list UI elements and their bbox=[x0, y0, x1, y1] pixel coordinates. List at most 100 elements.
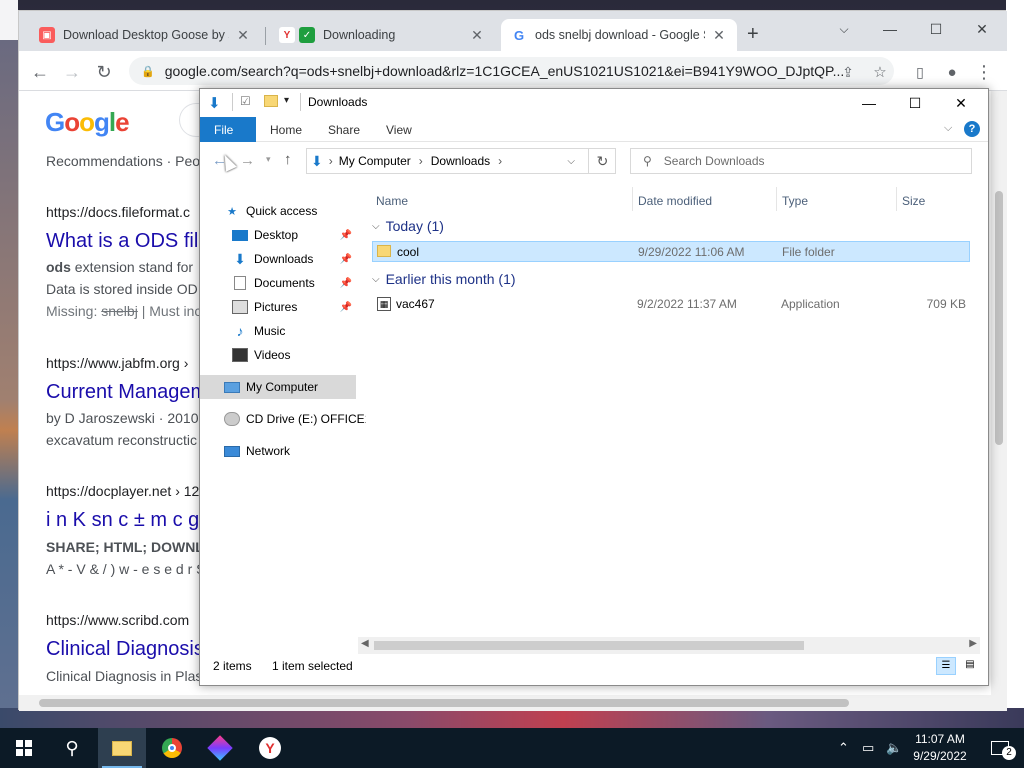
new-folder-icon[interactable] bbox=[264, 95, 278, 107]
nav-desktop[interactable]: Desktop 📌 bbox=[200, 223, 356, 247]
nav-pictures[interactable]: Pictures 📌 bbox=[200, 295, 356, 319]
tab-share[interactable]: Share bbox=[314, 117, 374, 142]
tab-google-search[interactable]: G ods snelbj download - Google S ✕ bbox=[501, 19, 737, 51]
breadcrumb-downloads[interactable]: Downloads bbox=[431, 154, 490, 168]
pin-icon[interactable]: 📌 bbox=[340, 254, 352, 265]
properties-icon[interactable]: ☑ bbox=[240, 94, 251, 108]
tab-downloading[interactable]: Y ✓ Downloading ✕ bbox=[269, 19, 495, 51]
search-icon: ⚲ bbox=[643, 154, 652, 168]
pin-icon[interactable]: 📌 bbox=[340, 230, 352, 241]
group-header-earlier-this-month[interactable]: ⌵ Earlier this month (1) bbox=[372, 268, 516, 290]
browser-toolbar: ← → ↻ 🔒 google.com/search?q=ods+snelbj+d… bbox=[19, 51, 1007, 91]
file-list-horizontal-scrollbar[interactable]: ◀ ▶ bbox=[358, 637, 980, 654]
large-icons-view-icon[interactable]: ▤ bbox=[960, 657, 980, 675]
application-icon: ▦ bbox=[377, 297, 391, 311]
address-bar[interactable]: 🔒 google.com/search?q=ods+snelbj+downloa… bbox=[129, 57, 894, 85]
computer-icon bbox=[224, 381, 240, 393]
result-url[interactable]: https://docplayer.net › 12 bbox=[46, 483, 199, 499]
action-center-button[interactable]: 2 bbox=[976, 728, 1024, 768]
column-header-size[interactable]: Size bbox=[902, 189, 925, 213]
menu-kebab-icon[interactable]: ⋮ bbox=[971, 59, 997, 85]
up-arrow-icon[interactable]: ↑ bbox=[284, 151, 292, 168]
nav-quick-access[interactable]: ★ Quick access bbox=[200, 199, 356, 223]
refresh-button[interactable]: ↻ bbox=[588, 148, 616, 174]
volume-icon[interactable]: 🔈 bbox=[886, 740, 902, 756]
forward-button[interactable]: → bbox=[59, 59, 85, 85]
documents-icon bbox=[234, 276, 246, 290]
address-dropdown-chevron-icon[interactable]: ⌵ bbox=[567, 156, 575, 167]
nav-network[interactable]: Network bbox=[200, 439, 356, 463]
close-icon[interactable]: ✕ bbox=[469, 27, 485, 44]
taskbar: ⚲ Y ⌃ ▭ 🔈 11:07 AM 9/29/2022 2 bbox=[0, 728, 1024, 768]
column-header-type[interactable]: Type bbox=[782, 189, 808, 213]
address-breadcrumb[interactable]: ⬇ › My Computer › Downloads › ⌵ bbox=[306, 148, 616, 174]
result-title-link[interactable]: i n K sn c ± m c g bbox=[46, 509, 199, 532]
tab-view[interactable]: View bbox=[372, 117, 426, 142]
maximize-button[interactable]: ☐ bbox=[913, 15, 959, 43]
new-tab-button[interactable]: + bbox=[747, 23, 759, 46]
page-vertical-scrollbar[interactable] bbox=[991, 91, 1007, 695]
result-url[interactable]: https://docs.fileformat.c bbox=[46, 204, 190, 220]
taskbar-chrome[interactable] bbox=[148, 728, 196, 768]
minimize-button[interactable]: — bbox=[846, 89, 892, 117]
chevron-up-icon[interactable]: ⌃ bbox=[838, 740, 849, 756]
bookmark-star-icon[interactable]: ☆ bbox=[867, 59, 893, 85]
reload-button[interactable]: ↻ bbox=[91, 59, 117, 85]
search-button[interactable]: ⚲ bbox=[48, 728, 96, 768]
close-icon[interactable]: ✕ bbox=[235, 27, 251, 44]
tab-desktop-goose[interactable]: ▣ Download Desktop Goose by sa ✕ bbox=[29, 19, 261, 51]
app-icon bbox=[207, 735, 233, 761]
nav-cd-drive[interactable]: CD Drive (E:) OFFICE1 bbox=[200, 407, 371, 431]
column-header-name[interactable]: Name bbox=[376, 189, 408, 213]
result-title-link[interactable]: Clinical Diagnosis bbox=[46, 638, 204, 661]
share-icon[interactable]: ⇪ bbox=[835, 59, 861, 85]
pin-icon[interactable]: 📌 bbox=[340, 278, 352, 289]
result-title-link[interactable]: Current Managem bbox=[46, 381, 207, 404]
nav-music[interactable]: ♪ Music bbox=[200, 319, 356, 343]
pin-icon[interactable]: 📌 bbox=[340, 302, 352, 313]
network-tray-icon[interactable]: ▭ bbox=[862, 740, 874, 756]
forward-arrow-icon[interactable]: → bbox=[240, 152, 255, 169]
nav-videos[interactable]: Videos bbox=[200, 343, 356, 367]
result-url[interactable]: https://www.jabfm.org › bbox=[46, 355, 188, 371]
close-icon[interactable]: ✕ bbox=[711, 27, 727, 44]
clock[interactable]: 11:07 AM 9/29/2022 bbox=[908, 731, 972, 765]
search-downloads-input[interactable]: ⚲ Search Downloads bbox=[630, 148, 972, 174]
nav-my-computer[interactable]: My Computer bbox=[200, 375, 356, 399]
nav-documents[interactable]: Documents 📌 bbox=[200, 271, 356, 295]
quick-access-download-icon[interactable]: ⬇ bbox=[208, 94, 221, 112]
network-icon bbox=[224, 445, 240, 457]
profile-avatar[interactable]: ● bbox=[939, 59, 965, 85]
minimize-button[interactable]: — bbox=[867, 15, 913, 43]
customize-toolbar-chevron-icon[interactable]: ▾ bbox=[284, 95, 289, 106]
start-button[interactable] bbox=[0, 728, 48, 768]
column-header-date-modified[interactable]: Date modified bbox=[638, 189, 712, 213]
back-button[interactable]: ← bbox=[27, 59, 53, 85]
result-url[interactable]: https://www.scribd.com bbox=[46, 612, 189, 628]
details-view-icon[interactable]: ☰ bbox=[936, 657, 956, 675]
expand-ribbon-chevron-icon[interactable]: ⌵ bbox=[944, 122, 952, 135]
google-logo[interactable]: Google bbox=[45, 107, 130, 138]
tab-search-chevron-icon[interactable]: ⌵ bbox=[821, 15, 867, 43]
result-title-link[interactable]: What is a ODS file bbox=[46, 230, 209, 253]
close-window-button[interactable]: ✕ bbox=[938, 89, 984, 117]
file-row-cool[interactable]: cool 9/29/2022 11:06 AM File folder bbox=[372, 241, 970, 262]
tab-file[interactable]: File bbox=[200, 117, 256, 142]
taskbar-app[interactable] bbox=[196, 728, 244, 768]
taskbar-file-explorer[interactable] bbox=[98, 728, 146, 768]
nav-downloads[interactable]: ⬇ Downloads 📌 bbox=[200, 247, 356, 271]
maximize-button[interactable]: ☐ bbox=[892, 89, 938, 117]
yandex-icon: Y bbox=[259, 737, 281, 759]
result-missing-terms: Missing: snelbj | Must inc bbox=[46, 303, 202, 319]
recent-locations-chevron-icon[interactable]: ▾ bbox=[266, 154, 271, 165]
column-divider bbox=[776, 187, 777, 211]
tab-home[interactable]: Home bbox=[256, 117, 316, 142]
taskbar-yandex-browser[interactable]: Y bbox=[246, 728, 294, 768]
breadcrumb-my-computer[interactable]: My Computer bbox=[339, 154, 411, 168]
page-horizontal-scrollbar[interactable] bbox=[19, 695, 1007, 711]
group-header-today[interactable]: ⌵ Today (1) bbox=[372, 215, 444, 237]
file-row-vac467[interactable]: ▦ vac467 9/2/2022 11:37 AM Application 7… bbox=[372, 294, 970, 315]
help-icon[interactable]: ? bbox=[964, 121, 980, 137]
close-window-button[interactable]: ✕ bbox=[959, 15, 1005, 43]
side-panel-icon[interactable]: ▯ bbox=[907, 59, 933, 85]
